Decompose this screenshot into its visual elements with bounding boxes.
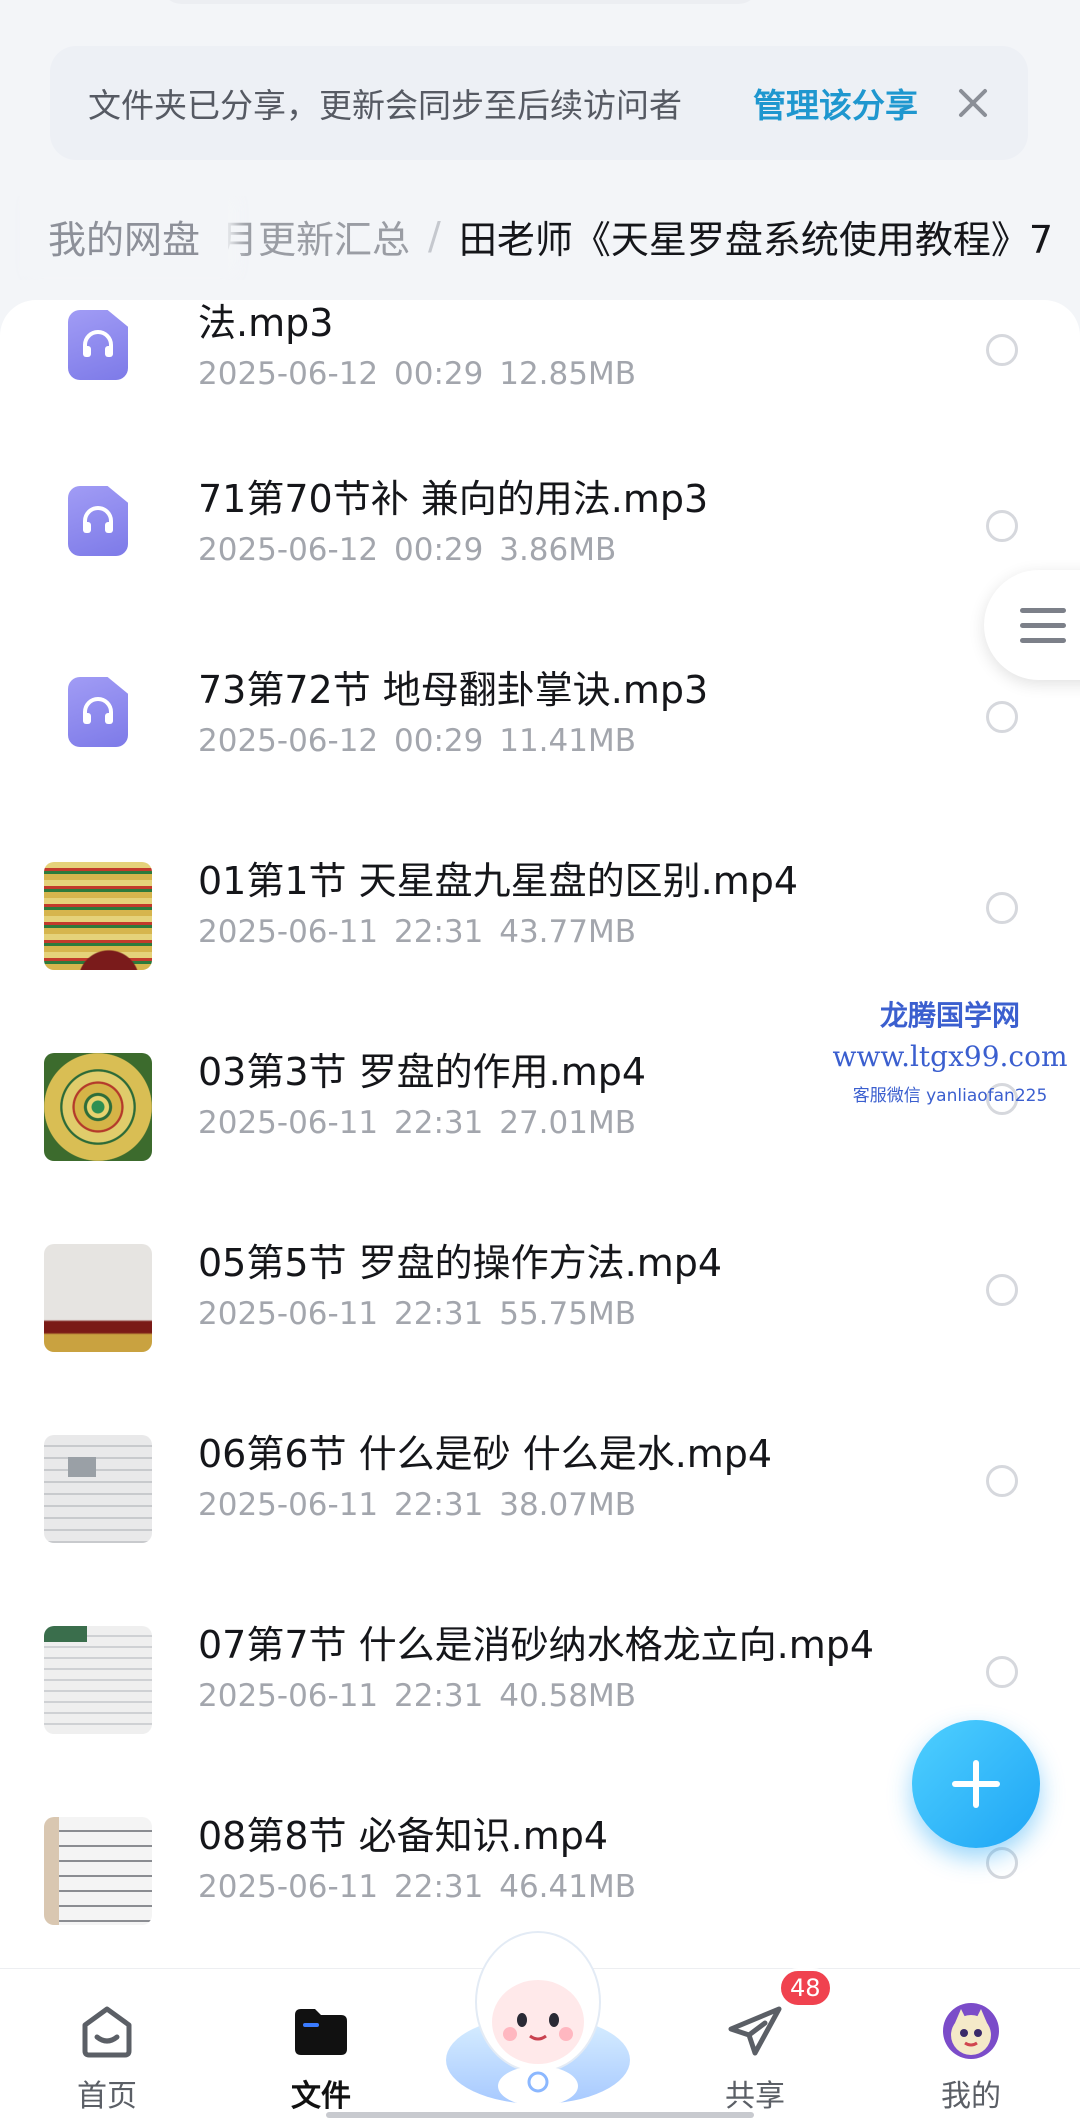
folder-icon xyxy=(295,2009,347,2055)
file-meta: 2025-06-12 00:29 3.86MB xyxy=(198,532,616,568)
file-meta: 2025-06-11 22:31 46.41MB xyxy=(198,1869,636,1905)
video-thumbnail xyxy=(44,1244,152,1352)
share-badge: 48 xyxy=(778,1968,833,2008)
video-thumbnail xyxy=(44,1053,152,1161)
mascot-assistant-icon[interactable] xyxy=(438,1910,638,2110)
file-time: 22:31 xyxy=(394,1487,484,1523)
tab-files-label: 文件 xyxy=(291,2079,351,2114)
file-size: 46.41MB xyxy=(499,1869,636,1905)
file-size: 55.75MB xyxy=(499,1296,636,1332)
list-item[interactable]: 05第5节 罗盘的操作方法.mp4 2025-06-11 22:31 55.75… xyxy=(0,1196,1080,1386)
breadcrumb-item-root[interactable]: 我的网盘 xyxy=(20,196,229,276)
select-radio[interactable] xyxy=(986,892,1018,924)
file-time: 00:29 xyxy=(394,532,484,568)
home-icon xyxy=(82,2006,132,2058)
select-radio[interactable] xyxy=(986,1847,1018,1879)
file-name: 07第7节 什么是消砂纳水格龙立向.mp4 xyxy=(198,1623,875,1667)
close-icon[interactable] xyxy=(956,86,990,120)
file-time: 00:29 xyxy=(394,356,484,392)
video-thumbnail xyxy=(44,1626,152,1734)
share-notice-banner: 文件夹已分享，更新会同步至后续访问者 管理该分享 xyxy=(50,46,1028,160)
file-size: 12.85MB xyxy=(499,356,636,392)
file-name: 01第1节 天星盘九星盘的区别.mp4 xyxy=(198,859,799,903)
file-meta: 2025-06-11 22:31 43.77MB xyxy=(198,914,636,950)
video-thumbnail xyxy=(44,1435,152,1543)
file-meta: 2025-06-11 22:31 55.75MB xyxy=(198,1296,636,1332)
breadcrumb-current-folder: 田老师《天星罗盘系统使用教程》7 xyxy=(458,217,1054,262)
file-date: 2025-06-11 xyxy=(198,1487,379,1523)
tab-home[interactable]: 首页 xyxy=(32,1987,182,2117)
file-time: 22:31 xyxy=(394,914,484,950)
file-size: 40.58MB xyxy=(499,1678,636,1714)
file-date: 2025-06-11 xyxy=(198,914,379,950)
list-item[interactable]: 01第1节 天星盘九星盘的区别.mp4 2025-06-11 22:31 43.… xyxy=(0,814,1080,1004)
breadcrumb: 月更新汇总 / 田老师《天星罗盘系统使用教程》7 我的网盘 xyxy=(0,196,1080,280)
audio-file-icon xyxy=(68,486,128,556)
file-time: 22:31 xyxy=(394,1869,484,1905)
file-name: 03第3节 罗盘的作用.mp4 xyxy=(198,1050,647,1094)
select-radio[interactable] xyxy=(986,1465,1018,1497)
list-item[interactable]: 06第6节 什么是砂 什么是水.mp4 2025-06-11 22:31 38.… xyxy=(0,1387,1080,1577)
add-button[interactable] xyxy=(912,1720,1040,1848)
list-item[interactable]: 法.mp3 2025-06-12 00:29 12.85MB xyxy=(0,300,1080,446)
breadcrumb-separator: / xyxy=(428,214,441,258)
audio-file-icon xyxy=(68,677,128,747)
tab-mine[interactable]: 我的 xyxy=(896,1987,1046,2117)
select-radio[interactable] xyxy=(986,701,1018,733)
breadcrumb-item-monthly[interactable]: 月更新汇总 xyxy=(220,209,410,264)
watermark-title: 龙腾国学网 xyxy=(879,999,1020,1032)
file-time: 00:29 xyxy=(394,723,484,759)
file-size: 38.07MB xyxy=(499,1487,636,1523)
audio-file-icon xyxy=(68,310,128,380)
search-bar-edge xyxy=(160,0,760,4)
file-time: 22:31 xyxy=(394,1296,484,1332)
video-thumbnail xyxy=(44,862,152,970)
file-size: 11.41MB xyxy=(499,723,636,759)
watermark: 龙腾国学网 www.ltgx99.com 客服微信 yanliaofan225 xyxy=(830,994,1070,1106)
paper-plane-icon xyxy=(728,2006,782,2056)
file-name: 06第6节 什么是砂 什么是水.mp4 xyxy=(198,1432,773,1476)
select-radio[interactable] xyxy=(986,510,1018,542)
file-meta: 2025-06-11 22:31 38.07MB xyxy=(198,1487,636,1523)
file-date: 2025-06-11 xyxy=(198,1296,379,1332)
watermark-contact: 客服微信 yanliaofan225 xyxy=(852,1086,1048,1106)
file-meta: 2025-06-11 22:31 27.01MB xyxy=(198,1105,636,1141)
select-radio[interactable] xyxy=(986,1274,1018,1306)
avatar xyxy=(943,2003,999,2059)
file-date: 2025-06-12 xyxy=(198,723,379,759)
watermark-url: www.ltgx99.com xyxy=(832,1040,1068,1073)
tab-home-label: 首页 xyxy=(77,2079,137,2114)
file-time: 22:31 xyxy=(394,1105,484,1141)
file-name: 71第70节补 兼向的用法.mp3 xyxy=(198,477,709,521)
tab-files[interactable]: 文件 xyxy=(246,1987,396,2117)
file-date: 2025-06-12 xyxy=(198,356,379,392)
manage-share-link[interactable]: 管理该分享 xyxy=(753,79,918,127)
file-size: 27.01MB xyxy=(499,1105,636,1141)
file-size: 3.86MB xyxy=(499,532,617,568)
tab-share-label: 共享 xyxy=(725,2079,785,2114)
file-list: 法.mp3 2025-06-12 00:29 12.85MB 71第70节补 兼… xyxy=(0,300,1080,1968)
file-name: 05第5节 罗盘的操作方法.mp4 xyxy=(198,1241,723,1285)
file-meta: 2025-06-12 00:29 12.85MB xyxy=(198,356,636,392)
file-time: 22:31 xyxy=(394,1678,484,1714)
select-radio[interactable] xyxy=(986,334,1018,366)
file-name: 08第8节 必备知识.mp4 xyxy=(198,1814,609,1858)
video-thumbnail xyxy=(44,1817,152,1925)
file-date: 2025-06-11 xyxy=(198,1869,379,1905)
file-name: 法.mp3 xyxy=(198,301,334,345)
file-size: 43.77MB xyxy=(499,914,636,950)
home-indicator xyxy=(326,2112,754,2118)
file-date: 2025-06-11 xyxy=(198,1105,379,1141)
select-radio[interactable] xyxy=(986,1656,1018,1688)
list-item[interactable]: 07第7节 什么是消砂纳水格龙立向.mp4 2025-06-11 22:31 4… xyxy=(0,1578,1080,1768)
file-date: 2025-06-11 xyxy=(198,1678,379,1714)
list-item[interactable]: 71第70节补 兼向的用法.mp3 2025-06-12 00:29 3.86M… xyxy=(0,432,1080,622)
tab-mine-label: 我的 xyxy=(941,2079,1001,2114)
list-item[interactable]: 73第72节 地母翻卦掌诀.mp3 2025-06-12 00:29 11.41… xyxy=(0,623,1080,813)
share-notice-text: 文件夹已分享，更新会同步至后续访问者 xyxy=(88,86,682,125)
file-meta: 2025-06-11 22:31 40.58MB xyxy=(198,1678,636,1714)
file-meta: 2025-06-12 00:29 11.41MB xyxy=(198,723,636,759)
file-name: 73第72节 地母翻卦掌诀.mp3 xyxy=(198,668,709,712)
file-date: 2025-06-12 xyxy=(198,532,379,568)
